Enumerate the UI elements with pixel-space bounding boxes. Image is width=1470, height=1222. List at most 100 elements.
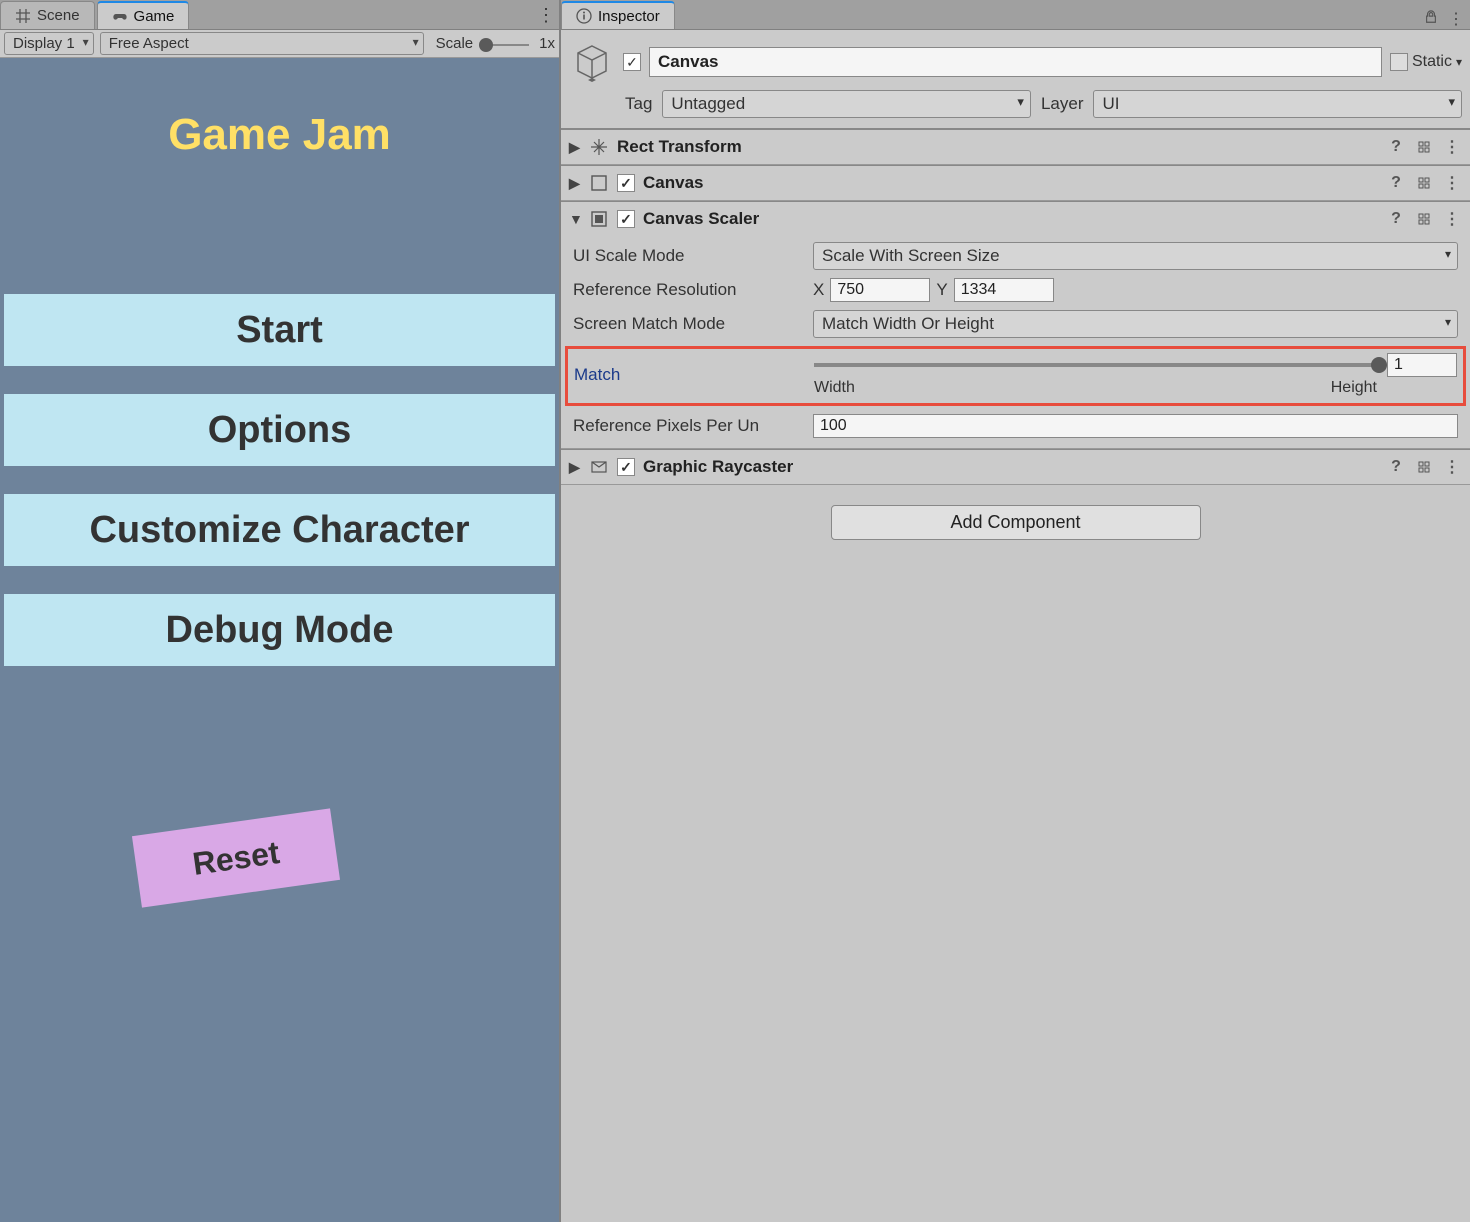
tag-label: Tag bbox=[625, 94, 652, 114]
match-value-field[interactable] bbox=[1387, 353, 1457, 377]
gamepad-icon bbox=[112, 8, 128, 24]
raycaster-enable-checkbox[interactable]: ✓ bbox=[617, 458, 635, 476]
static-checkbox[interactable] bbox=[1390, 53, 1408, 71]
rect-transform-header[interactable]: ▶ Rect Transform ? ⋮ bbox=[561, 130, 1470, 164]
tab-inspector[interactable]: Inspector bbox=[561, 1, 675, 29]
match-width-label: Width bbox=[814, 379, 855, 397]
scale-slider[interactable] bbox=[479, 36, 529, 52]
tab-context-menu[interactable]: ⋮ bbox=[533, 1, 559, 29]
match-highlight: Match Width Height bbox=[565, 346, 1466, 406]
screen-match-mode-label: Screen Match Mode bbox=[573, 314, 813, 334]
component-graphic-raycaster: ▶ ✓ Graphic Raycaster ? ⋮ bbox=[561, 449, 1470, 485]
static-dropdown-arrow[interactable]: ▾ bbox=[1456, 55, 1462, 69]
options-button[interactable]: Options bbox=[4, 394, 555, 466]
display-dropdown[interactable]: Display 1 bbox=[4, 32, 94, 55]
tag-value: Untagged bbox=[671, 94, 745, 113]
fold-icon: ▼ bbox=[569, 211, 581, 227]
customize-button[interactable]: Customize Character bbox=[4, 494, 555, 566]
canvas-title: Canvas bbox=[643, 173, 1378, 193]
canvas-enable-checkbox[interactable]: ✓ bbox=[617, 174, 635, 192]
inspector-tab-bar: Inspector ⋮ bbox=[561, 0, 1470, 30]
preset-icon[interactable] bbox=[1414, 457, 1434, 477]
scale-label: Scale bbox=[436, 35, 474, 52]
fold-icon: ▶ bbox=[569, 459, 581, 476]
preset-icon[interactable] bbox=[1414, 137, 1434, 157]
ref-resolution-y-field[interactable] bbox=[954, 278, 1054, 302]
active-checkbox[interactable]: ✓ bbox=[623, 53, 641, 71]
component-canvas: ▶ ✓ Canvas ? ⋮ bbox=[561, 165, 1470, 201]
match-slider[interactable] bbox=[814, 363, 1379, 367]
component-menu-icon[interactable]: ⋮ bbox=[1442, 137, 1462, 157]
layer-dropdown[interactable]: UI bbox=[1093, 90, 1462, 118]
ui-scale-mode-label: UI Scale Mode bbox=[573, 246, 813, 266]
help-icon[interactable]: ? bbox=[1386, 457, 1406, 477]
graphic-raycaster-icon bbox=[589, 457, 609, 477]
match-height-label: Height bbox=[1331, 379, 1377, 397]
canvas-scaler-title: Canvas Scaler bbox=[643, 209, 1378, 229]
game-view: Game Jam Start Options Customize Charact… bbox=[0, 58, 559, 1222]
game-title: Game Jam bbox=[0, 110, 559, 160]
aspect-value: Free Aspect bbox=[109, 35, 189, 52]
ref-resolution-label: Reference Resolution bbox=[573, 280, 813, 300]
cube-icon bbox=[572, 42, 612, 82]
rect-transform-icon bbox=[589, 137, 609, 157]
y-label: Y bbox=[936, 280, 947, 300]
preset-icon[interactable] bbox=[1414, 209, 1434, 229]
fold-icon: ▶ bbox=[569, 139, 581, 156]
ref-resolution-x-field[interactable] bbox=[830, 278, 930, 302]
rect-transform-title: Rect Transform bbox=[617, 137, 1378, 157]
match-label: Match bbox=[574, 365, 814, 385]
tab-game-label: Game bbox=[134, 8, 175, 25]
help-icon[interactable]: ? bbox=[1386, 137, 1406, 157]
layer-value: UI bbox=[1102, 94, 1119, 113]
graphic-raycaster-title: Graphic Raycaster bbox=[643, 457, 1378, 477]
game-toolbar: Display 1 Free Aspect Scale 1x bbox=[0, 30, 559, 58]
preset-icon[interactable] bbox=[1414, 173, 1434, 193]
grid-icon bbox=[15, 8, 31, 24]
tab-game[interactable]: Game bbox=[97, 1, 190, 29]
object-icon[interactable] bbox=[569, 42, 615, 82]
ui-scale-mode-dropdown[interactable]: Scale With Screen Size bbox=[813, 242, 1458, 270]
debug-button[interactable]: Debug Mode bbox=[4, 594, 555, 666]
match-slider-knob[interactable] bbox=[1371, 357, 1387, 373]
reset-button[interactable]: Reset bbox=[132, 808, 340, 907]
start-button[interactable]: Start bbox=[4, 294, 555, 366]
component-rect-transform: ▶ Rect Transform ? ⋮ bbox=[561, 129, 1470, 165]
tab-scene[interactable]: Scene bbox=[0, 1, 95, 29]
display-value: Display 1 bbox=[13, 35, 75, 52]
inspector-header: ✓ Static ▾ Tag Untagged Layer UI bbox=[561, 30, 1470, 129]
canvas-header[interactable]: ▶ ✓ Canvas ? ⋮ bbox=[561, 166, 1470, 200]
scale-value: 1x bbox=[539, 35, 555, 52]
screen-match-mode-dropdown[interactable]: Match Width Or Height bbox=[813, 310, 1458, 338]
component-menu-icon[interactable]: ⋮ bbox=[1442, 173, 1462, 193]
canvas-scaler-icon bbox=[589, 209, 609, 229]
canvas-icon bbox=[589, 173, 609, 193]
tab-inspector-label: Inspector bbox=[598, 8, 660, 25]
object-name-field[interactable] bbox=[649, 47, 1382, 77]
tag-dropdown[interactable]: Untagged bbox=[662, 90, 1031, 118]
help-icon[interactable]: ? bbox=[1386, 173, 1406, 193]
ppu-field[interactable] bbox=[813, 414, 1458, 438]
canvas-scaler-enable-checkbox[interactable]: ✓ bbox=[617, 210, 635, 228]
screen-match-mode-value: Match Width Or Height bbox=[822, 314, 994, 333]
ppu-label: Reference Pixels Per Un bbox=[573, 416, 813, 436]
ui-scale-mode-value: Scale With Screen Size bbox=[822, 246, 1000, 265]
scale-slider-knob[interactable] bbox=[479, 38, 493, 52]
component-menu-icon[interactable]: ⋮ bbox=[1442, 209, 1462, 229]
help-icon[interactable]: ? bbox=[1386, 209, 1406, 229]
aspect-dropdown[interactable]: Free Aspect bbox=[100, 32, 424, 55]
component-menu-icon[interactable]: ⋮ bbox=[1442, 457, 1462, 477]
graphic-raycaster-header[interactable]: ▶ ✓ Graphic Raycaster ? ⋮ bbox=[561, 450, 1470, 484]
x-label: X bbox=[813, 280, 824, 300]
canvas-scaler-header[interactable]: ▼ ✓ Canvas Scaler ? ⋮ bbox=[561, 202, 1470, 236]
game-tab-bar: Scene Game ⋮ bbox=[0, 0, 559, 30]
component-canvas-scaler: ▼ ✓ Canvas Scaler ? ⋮ UI Scale Mode Scal… bbox=[561, 201, 1470, 449]
fold-icon: ▶ bbox=[569, 175, 581, 192]
info-icon bbox=[576, 8, 592, 24]
add-component-button[interactable]: Add Component bbox=[831, 505, 1201, 540]
static-label: Static bbox=[1412, 53, 1452, 71]
layer-label: Layer bbox=[1041, 94, 1084, 114]
inspector-context-menu[interactable]: ⋮ bbox=[1448, 9, 1464, 29]
tab-scene-label: Scene bbox=[37, 7, 80, 24]
lock-icon[interactable] bbox=[1424, 10, 1438, 29]
